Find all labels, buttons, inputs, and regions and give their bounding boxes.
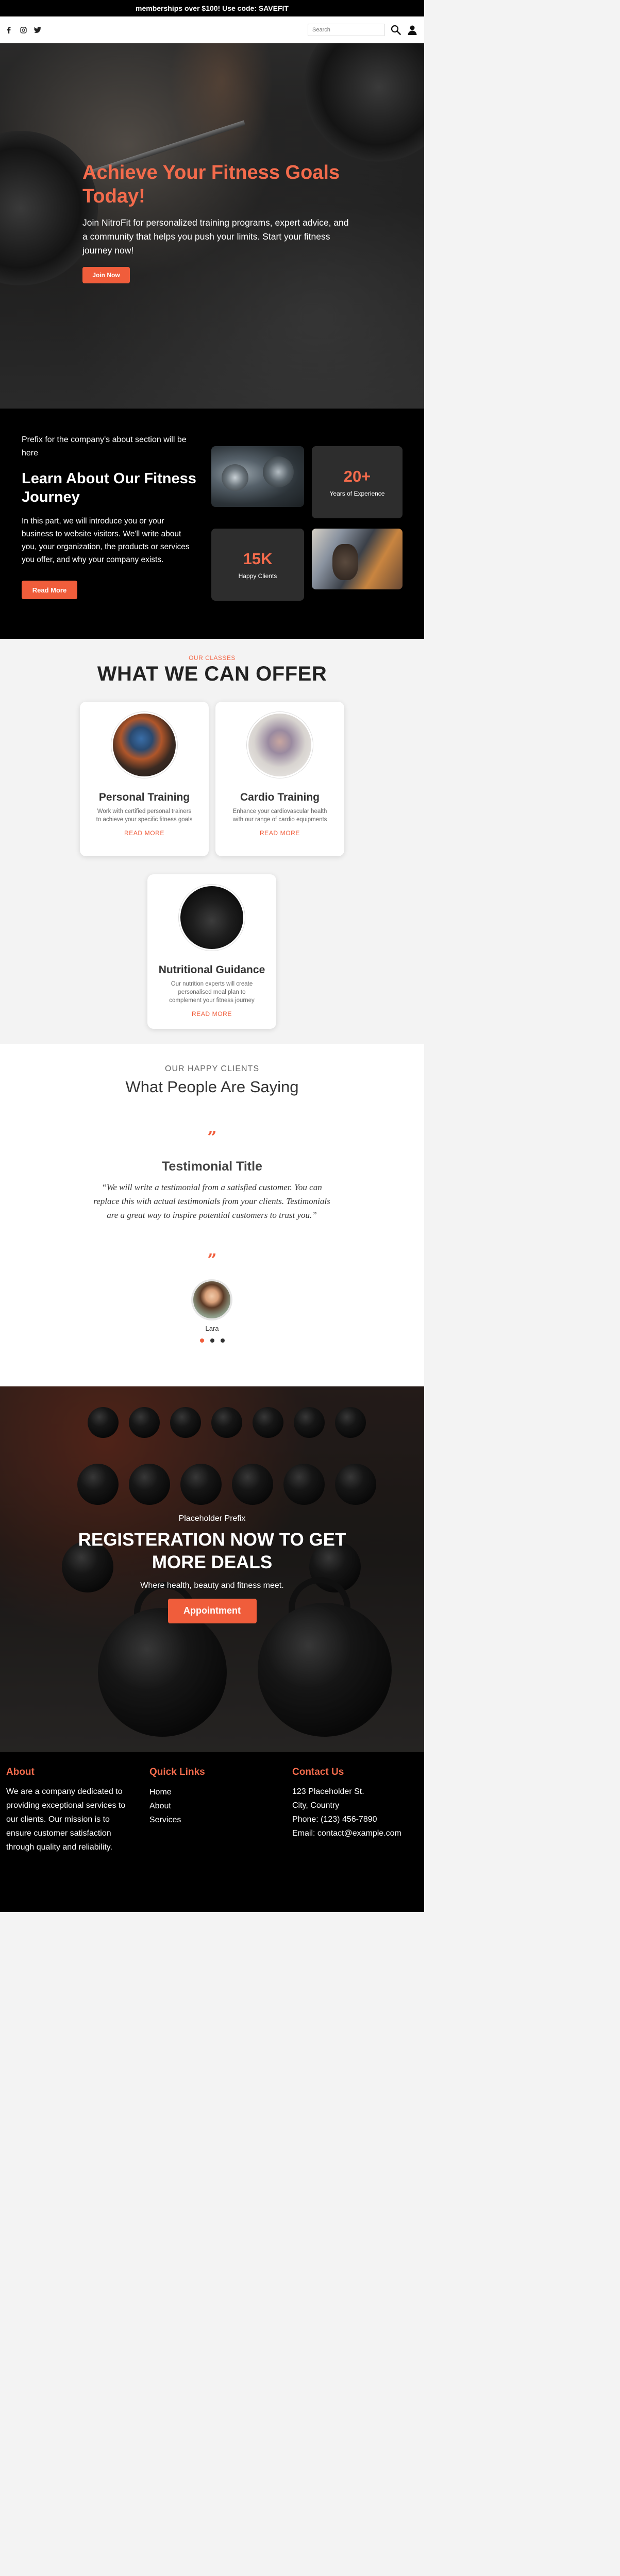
footer-links-heading: Quick Links	[149, 1767, 205, 1777]
footer-links-list: Home About Services	[149, 1785, 253, 1827]
site-header	[0, 16, 424, 43]
read-more-link[interactable]: READ MORE	[124, 829, 164, 837]
instagram-icon[interactable]	[20, 26, 27, 33]
about-section: Prefix for the company's about section w…	[0, 409, 424, 639]
testimonials-eyebrow: OUR HAPPY CLIENTS	[165, 1064, 259, 1073]
footer-contact-phone: Phone: (123) 456-7890	[292, 1815, 377, 1824]
hero-text: Join NitroFit for personalized training …	[82, 217, 349, 256]
stat-label: Years of Experience	[329, 490, 385, 497]
announcement-bar: memberships over $100! Use code: SAVEFIT	[0, 0, 424, 16]
class-card-text: Work with certified personal trainers to…	[96, 808, 193, 823]
testimonial-avatar	[191, 1279, 232, 1320]
footer-contact-city: City, Country	[292, 1801, 340, 1810]
footer-about: About We are a company dedicated to prov…	[6, 1767, 130, 1854]
hero-title: Achieve Your Fitness Goals Today!	[82, 162, 340, 208]
nutritional-guidance-image	[179, 885, 245, 951]
class-card-title: Nutritional Guidance	[158, 964, 265, 976]
hero-content: Achieve Your Fitness Goals Today! Join N…	[82, 161, 350, 284]
hero-section: Achieve Your Fitness Goals Today! Join N…	[0, 43, 424, 409]
class-card: Personal Training Work with certified pe…	[80, 702, 209, 856]
class-card: Cardio Training Enhance your cardiovascu…	[215, 702, 344, 856]
carousel-dot[interactable]	[210, 1338, 214, 1343]
cardio-training-image	[247, 712, 313, 778]
class-card: Nutritional Guidance Our nutrition exper…	[147, 874, 276, 1029]
footer-contact-heading: Contact Us	[292, 1767, 344, 1777]
about-text: In this part, we will introduce you or y…	[22, 516, 190, 565]
footer-link-about[interactable]: About	[149, 1799, 253, 1813]
footer-contact-address: 123 Placeholder St.	[292, 1787, 364, 1796]
quote-mark-icon: ”	[207, 1250, 217, 1269]
class-card-text: Our nutrition experts will create person…	[169, 981, 255, 1004]
footer-about-text: We are a company dedicated to providing …	[6, 1787, 126, 1852]
class-card-title: Cardio Training	[240, 791, 320, 803]
classes-title: WHAT WE CAN OFFER	[97, 663, 327, 685]
header-actions	[308, 24, 418, 36]
class-card-text: Enhance your cardiovascular health with …	[232, 808, 327, 823]
about-content: Prefix for the company's about section w…	[22, 433, 197, 600]
hero-athlete-image	[170, 43, 273, 172]
site-footer: About We are a company dedicated to prov…	[0, 1752, 424, 1912]
twitter-icon[interactable]	[34, 26, 41, 33]
page: memberships over $100! Use code: SAVEFIT	[0, 0, 424, 1912]
cta-title: REGISTERATION NOW TO GET MORE DEALS	[78, 1530, 346, 1572]
facebook-icon[interactable]	[5, 26, 12, 33]
user-icon[interactable]	[407, 24, 418, 36]
carousel-dot[interactable]	[220, 1338, 225, 1343]
appointment-button[interactable]: Appointment	[167, 1598, 257, 1623]
stat-tile-clients: 15K Happy Clients	[211, 529, 304, 601]
read-more-link[interactable]: READ MORE	[192, 1010, 232, 1018]
classes-eyebrow: OUR CLASSES	[189, 654, 236, 662]
quote-mark-icon: ”	[207, 1127, 217, 1147]
carousel-dot[interactable]	[199, 1338, 204, 1343]
testimonials-section: OUR HAPPY CLIENTS What People Are Saying…	[0, 1044, 424, 1386]
about-prefix: Prefix for the company's about section w…	[22, 435, 187, 457]
testimonial-name: Lara	[205, 1325, 219, 1332]
testimonial-title: Testimonial Title	[162, 1159, 262, 1174]
footer-contact: Contact Us 123 Placeholder St. City, Cou…	[292, 1767, 421, 1841]
about-gym-image	[312, 529, 403, 589]
cta-prefix: Placeholder Prefix	[178, 1514, 246, 1523]
stat-number: 15K	[243, 550, 273, 568]
about-dumbbells-image	[211, 446, 304, 507]
footer-about-heading: About	[6, 1767, 35, 1777]
class-card-title: Personal Training	[98, 791, 190, 803]
footer-link-services[interactable]: Services	[149, 1813, 253, 1827]
read-more-button[interactable]: Read More	[22, 581, 77, 600]
search-icon[interactable]	[390, 24, 401, 36]
cta-subtitle: Where health, beauty and fitness meet.	[140, 1581, 284, 1590]
footer-link-home[interactable]: Home	[149, 1785, 253, 1799]
personal-training-image	[111, 712, 177, 778]
testimonials-title: What People Are Saying	[125, 1078, 299, 1096]
testimonial-quote: “We will write a testimonial from a sati…	[93, 1182, 330, 1220]
classes-section: OUR CLASSES WHAT WE CAN OFFER Personal T…	[0, 639, 424, 1044]
social-links	[5, 26, 41, 33]
carousel-dots	[0, 1338, 424, 1343]
read-more-link[interactable]: READ MORE	[260, 829, 300, 837]
stat-label: Happy Clients	[238, 572, 277, 580]
footer-quick-links: Quick Links Home About Services	[149, 1767, 253, 1827]
stat-tile-experience: 20+ Years of Experience	[312, 446, 403, 518]
footer-contact-email: Email: contact@example.com	[292, 1828, 401, 1838]
about-title: Learn About Our Fitness Journey	[22, 470, 196, 505]
cta-section: Placeholder Prefix REGISTERATION NOW TO …	[0, 1386, 424, 1752]
hero-weight-plate-image	[304, 43, 424, 162]
join-now-button[interactable]: Join Now	[82, 267, 130, 284]
stat-number: 20+	[343, 467, 371, 485]
cta-content: Placeholder Prefix REGISTERATION NOW TO …	[0, 1514, 424, 1623]
search-input[interactable]	[308, 24, 385, 36]
